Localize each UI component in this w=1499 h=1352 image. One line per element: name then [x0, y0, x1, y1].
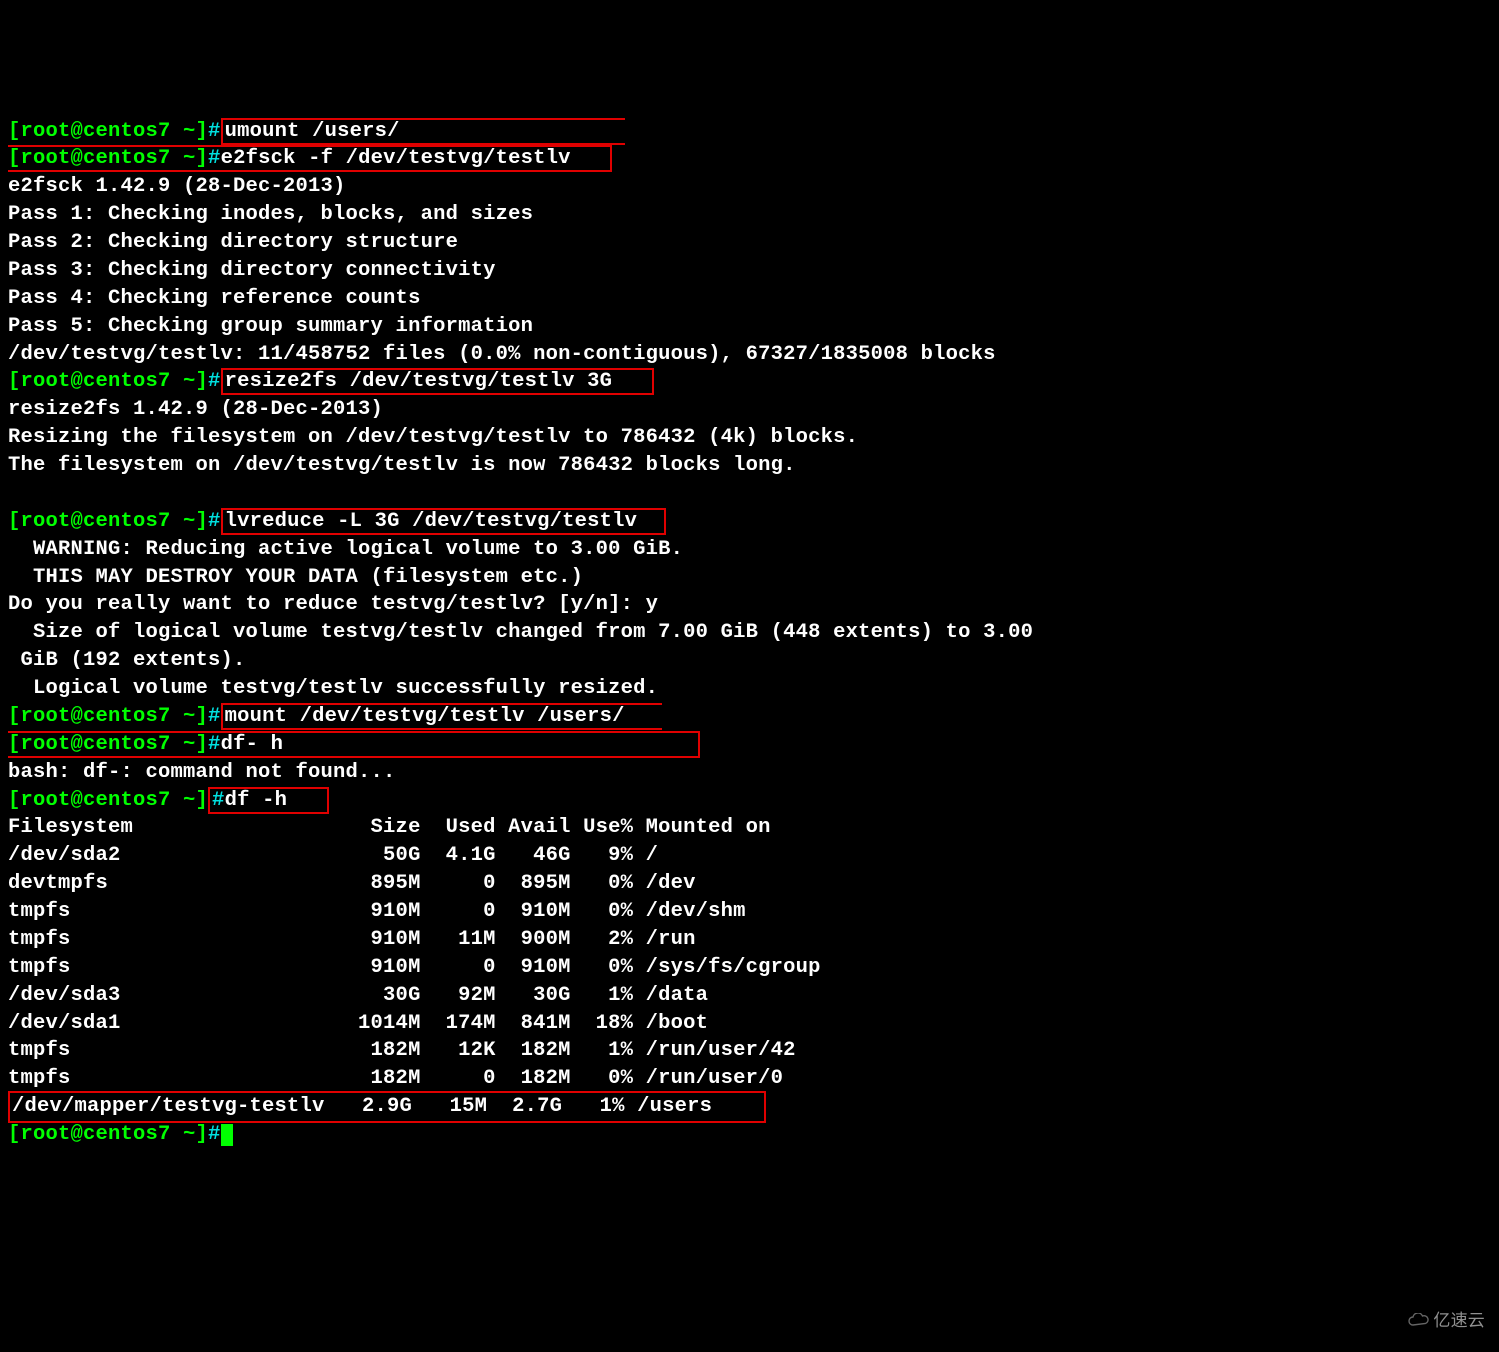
prompt-hash: # [208, 705, 221, 728]
df-row: tmpfs 910M 0 910M 0% /sys/fs/cgroup [8, 956, 821, 979]
prompt-user: [root@centos7 ~] [8, 789, 208, 812]
prompt-user: [root@centos7 ~] [8, 705, 208, 728]
out-lv-warn2: THIS MAY DESTROY YOUR DATA (filesystem e… [8, 566, 583, 589]
out-pass1: Pass 1: Checking inodes, blocks, and siz… [8, 203, 533, 226]
prompt-user: [root@centos7 ~] [8, 147, 208, 170]
out-resize-ver: resize2fs 1.42.9 (28-Dec-2013) [8, 398, 383, 421]
terminal-output[interactable]: [root@centos7 ~]#umount /users/ [root@ce… [8, 118, 1491, 1149]
out-pass5: Pass 5: Checking group summary informati… [8, 315, 533, 338]
cmd-e2fsck: e2fsck -f /dev/testvg/testlv [221, 147, 571, 170]
df-row: /dev/sda3 30G 92M 30G 1% /data [8, 984, 708, 1007]
watermark-text: 亿速云 [1433, 1309, 1485, 1332]
df-last: /dev/mapper/testvg-testlv 2.9G 15M 2.7G … [12, 1095, 712, 1118]
df-row: tmpfs 910M 0 910M 0% /dev/shm [8, 900, 746, 923]
cmd-lvreduce-box: lvreduce -L 3G /dev/testvg/testlv [221, 508, 667, 535]
out-lv-done: Logical volume testvg/testlv successfull… [8, 677, 658, 700]
prompt-hash: # [208, 510, 221, 533]
out-pass4: Pass 4: Checking reference counts [8, 287, 421, 310]
df-row: /dev/sda1 1014M 174M 841M 18% /boot [8, 1012, 708, 1035]
out-lv-size2: GiB (192 extents). [8, 649, 246, 672]
out-resize-l1: Resizing the filesystem on /dev/testvg/t… [8, 426, 858, 449]
prompt-hash: # [208, 370, 221, 393]
cmd-umount: umount /users/ [225, 120, 400, 143]
cmd-mount: mount /dev/testvg/testlv /users/ [225, 705, 625, 728]
out-e2fsck-res: /dev/testvg/testlv: 11/458752 files (0.0… [8, 343, 996, 366]
prompt-hash: # [208, 147, 221, 170]
watermark: 亿速云 [1407, 1309, 1485, 1332]
prompt-hash: # [208, 120, 221, 143]
cmd-df-box: #df -h [208, 787, 329, 814]
out-lv-size1: Size of logical volume testvg/testlv cha… [8, 621, 1033, 644]
cmd-df: df -h [225, 789, 288, 812]
prompt-user: [root@centos7 ~] [8, 120, 208, 143]
prompt-user: [root@centos7 ~] [8, 510, 208, 533]
df-row: /dev/sda2 50G 4.1G 46G 9% / [8, 844, 658, 867]
df-row: tmpfs 182M 12K 182M 1% /run/user/42 [8, 1039, 796, 1062]
df-row: tmpfs 910M 11M 900M 2% /run [8, 928, 696, 951]
df-row: tmpfs 182M 0 182M 0% /run/user/0 [8, 1067, 783, 1090]
prompt-hash: # [208, 733, 221, 756]
cmd-df-bad: df- h [221, 733, 284, 756]
out-lv-prompt: Do you really want to reduce testvg/test… [8, 593, 658, 616]
prompt-hash: # [212, 789, 225, 812]
df-header: Filesystem Size Used Avail Use% Mounted … [8, 816, 771, 839]
df-last-box: /dev/mapper/testvg-testlv 2.9G 15M 2.7G … [8, 1091, 766, 1123]
out-pass3: Pass 3: Checking directory connectivity [8, 259, 496, 282]
cursor-icon [221, 1124, 233, 1146]
cmd-resize2fs-box: resize2fs /dev/testvg/testlv 3G [221, 368, 654, 395]
cmd-lvreduce: lvreduce -L 3G /dev/testvg/testlv [225, 510, 638, 533]
out-pass2: Pass 2: Checking directory structure [8, 231, 458, 254]
df-row: devtmpfs 895M 0 895M 0% /dev [8, 872, 696, 895]
out-lv-warn1: WARNING: Reducing active logical volume … [8, 538, 683, 561]
cloud-icon [1407, 1313, 1429, 1327]
out-resize-l2: The filesystem on /dev/testvg/testlv is … [8, 454, 796, 477]
prompt-user: [root@centos7 ~] [8, 733, 208, 756]
prompt-user: [root@centos7 ~] [8, 370, 208, 393]
out-bash-err: bash: df-: command not found... [8, 761, 396, 784]
out-e2fsck-ver: e2fsck 1.42.9 (28-Dec-2013) [8, 175, 346, 198]
cmd-resize2fs: resize2fs /dev/testvg/testlv 3G [225, 370, 613, 393]
prompt-user: [root@centos7 ~] [8, 1123, 208, 1146]
prompt-hash: # [208, 1123, 221, 1146]
